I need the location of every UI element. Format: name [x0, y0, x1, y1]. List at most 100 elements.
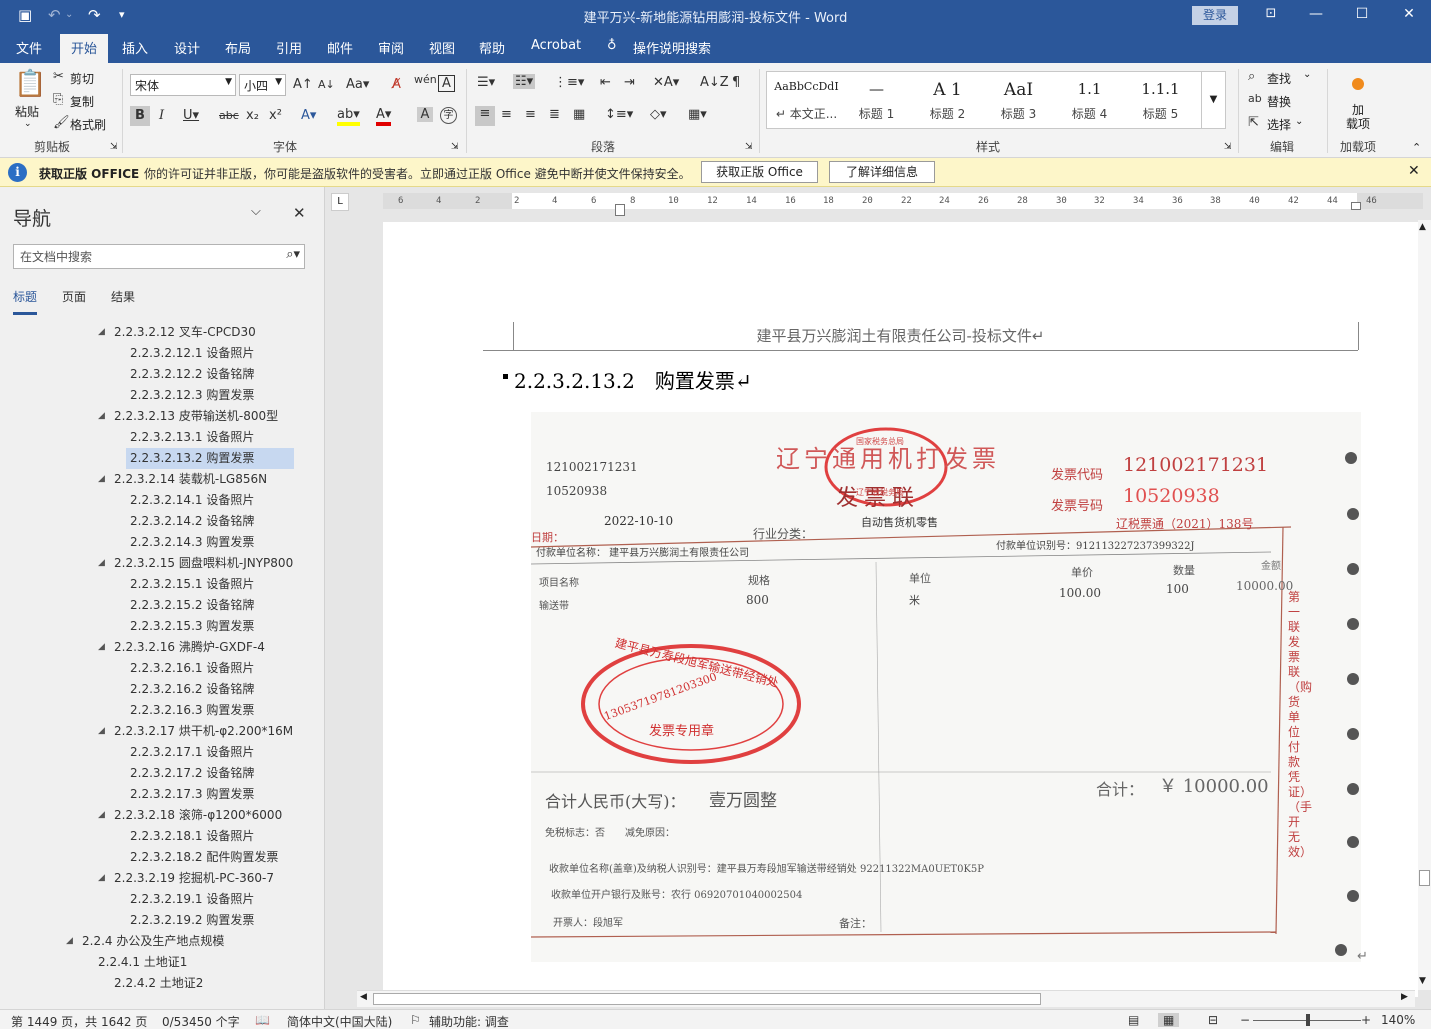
collapse-triangle-icon[interactable]: ◢	[98, 637, 105, 658]
tab-mailings[interactable]: 邮件	[327, 38, 353, 57]
replace-button[interactable]: 替换	[1267, 93, 1291, 110]
horizontal-scroll-thumb[interactable]	[373, 993, 1041, 1005]
cut-icon[interactable]: ✂	[53, 69, 64, 84]
font-name-box[interactable]: 宋体 ▼	[130, 74, 236, 96]
vertical-scrollbar[interactable]: ▲ ▼	[1418, 220, 1431, 990]
distributed-icon[interactable]: ▦	[573, 107, 585, 122]
document-search-input[interactable]: 在文档中搜索 ⌕▾	[13, 244, 305, 269]
accessibility-status[interactable]: 辅助功能: 调查	[429, 1013, 509, 1029]
sort-icon[interactable]: A↓Z	[700, 75, 729, 90]
web-layout-icon[interactable]: ⊟	[1208, 1013, 1218, 1027]
style-heading-5[interactable]: 1.1.1 标题 5	[1125, 72, 1196, 130]
shrink-font-icon[interactable]: A↓	[318, 78, 335, 91]
font-size-dropdown-icon[interactable]: ▼	[275, 77, 282, 87]
nav-heading-item[interactable]: 2.2.3.2.13.2 购置发票	[126, 448, 294, 469]
find-button[interactable]: 查找	[1267, 70, 1291, 87]
language[interactable]: 简体中文(中国大陆)	[287, 1013, 392, 1029]
search-icon[interactable]: ⌕▾	[286, 247, 300, 262]
nav-heading-item[interactable]: ◢ 2.2.4 办公及生产地点规模	[66, 931, 224, 952]
nav-heading-item[interactable]: 2.2.3.2.13.1 设备照片	[130, 427, 254, 448]
tab-selector[interactable]: L	[331, 193, 349, 211]
decrease-indent-icon[interactable]: ⇤	[600, 75, 611, 90]
read-mode-icon[interactable]: ▤	[1128, 1013, 1139, 1027]
character-shading-icon[interactable]: A	[417, 107, 433, 122]
indent-marker[interactable]	[615, 204, 625, 216]
collapse-triangle-icon[interactable]: ◢	[98, 553, 105, 574]
collapse-triangle-icon[interactable]: ◢	[98, 868, 105, 889]
minimize-icon[interactable]: —	[1306, 6, 1326, 22]
word-count[interactable]: 0/53450 个字	[162, 1013, 240, 1029]
superscript-icon[interactable]: x²	[269, 108, 282, 123]
nav-heading-item[interactable]: ◢ 2.2.3.2.14 装载机-LG856N	[98, 469, 267, 490]
zoom-level[interactable]: 140%	[1381, 1013, 1415, 1027]
clear-formatting-icon[interactable]: A̸	[392, 77, 401, 92]
select-button[interactable]: 选择	[1267, 116, 1291, 133]
horizontal-ruler[interactable]: 6 4 2 2 4 6 8 10 12 14 16 18 20 22 24 26 28 30 32 34 36 38 40 4…	[383, 193, 1423, 209]
styles-gallery[interactable]: AaBbCcDdI ↵ 本文正... — 标题 1 A 1 标题 2 AaI 标题 3 …	[766, 71, 1226, 129]
page-count[interactable]: 第 1449 页，共 1642 页	[11, 1013, 147, 1029]
shading-icon[interactable]: ◇▾	[650, 107, 667, 122]
nav-heading-item[interactable]: 2.2.3.2.12.3 购置发票	[130, 385, 254, 406]
chinese-layout-icon[interactable]: ✕A▾	[653, 75, 679, 90]
subscript-icon[interactable]: x₂	[246, 108, 259, 123]
format-painter-button[interactable]: 格式刷	[70, 116, 106, 133]
ribbon-display-options-icon[interactable]: ⊡	[1261, 6, 1281, 21]
nav-heading-item[interactable]: 2.2.3.2.12.2 设备铭牌	[130, 364, 254, 385]
nav-heading-item[interactable]: 2.2.3.2.16.1 设备照片	[130, 658, 254, 679]
close-warning-icon[interactable]: ✕	[1408, 163, 1420, 179]
tab-layout[interactable]: 布局	[225, 38, 251, 57]
justify-icon[interactable]: ≣	[549, 107, 560, 122]
nav-heading-item[interactable]: 2.2.3.2.18.2 配件购置发票	[130, 847, 278, 868]
tab-help[interactable]: 帮助	[479, 38, 505, 57]
style-heading-4[interactable]: 1.1 标题 4	[1054, 72, 1125, 130]
nav-heading-item[interactable]: ◢ 2.2.3.2.17 烘干机-φ2.200*16M	[98, 721, 293, 742]
learn-more-button[interactable]: 了解详细信息	[829, 161, 935, 183]
format-painter-icon[interactable]: 🖌	[53, 115, 70, 130]
select-dropdown-icon[interactable]: ⌄	[1295, 116, 1303, 127]
enclose-characters-icon[interactable]: 字	[440, 107, 457, 124]
accessibility-icon[interactable]: ⚐	[410, 1013, 421, 1027]
collapse-triangle-icon[interactable]: ◢	[98, 322, 105, 343]
font-name-dropdown-icon[interactable]: ▼	[225, 77, 232, 87]
nav-heading-item[interactable]: 2.2.3.2.12.1 设备照片	[130, 343, 254, 364]
align-left-icon[interactable]: ≡	[475, 106, 495, 126]
show-marks-icon[interactable]: ¶	[732, 75, 740, 90]
nav-heading-item[interactable]: 2.2.3.2.17.3 购置发票	[130, 784, 254, 805]
tab-headings[interactable]: 标题	[13, 288, 38, 315]
nav-heading-item[interactable]: 2.2.3.2.17.2 设备铭牌	[130, 763, 254, 784]
style-normal[interactable]: AaBbCcDdI ↵ 本文正...	[771, 72, 842, 130]
font-launcher-icon[interactable]: ⇲	[451, 142, 459, 152]
font-color-icon[interactable]: A▾	[376, 107, 392, 126]
addins-button[interactable]: 加 载项	[1346, 103, 1370, 131]
sign-in-button[interactable]: 登录	[1192, 6, 1238, 25]
nav-heading-item[interactable]: ◢ 2.2.3.2.16 沸腾炉-GXDF-4	[98, 637, 265, 658]
phonetic-guide-icon[interactable]: wén	[414, 73, 437, 86]
style-heading-2[interactable]: A 1 标题 2	[912, 72, 983, 130]
tab-acrobat[interactable]: Acrobat	[531, 38, 581, 53]
strikethrough-icon[interactable]: abc	[219, 109, 239, 122]
document-page[interactable]: 建平县万兴膨润土有限责任公司-投标文件↵ 2.2.3.2.13.2 购置发票↵	[383, 222, 1418, 997]
collapse-triangle-icon[interactable]: ◢	[98, 721, 105, 742]
italic-icon[interactable]: I	[159, 108, 164, 123]
nav-heading-item[interactable]: ◢ 2.2.3.2.13 皮带输送机-800型	[98, 406, 278, 427]
borders-icon[interactable]: ▦▾	[688, 107, 707, 122]
nav-heading-item[interactable]: 2.2.3.2.15.3 购置发票	[130, 616, 254, 637]
styles-more-icon[interactable]: ▼	[1201, 72, 1225, 128]
tell-me-search[interactable]: 操作说明搜索	[633, 38, 711, 57]
zoom-slider-thumb[interactable]	[1306, 1014, 1310, 1026]
tab-results[interactable]: 结果	[111, 288, 135, 305]
underline-icon[interactable]: U▾	[183, 108, 199, 123]
nav-heading-item[interactable]: ◢ 2.2.3.2.15 圆盘喂料机-JNYP800	[98, 553, 293, 574]
collapse-triangle-icon[interactable]: ◢	[98, 469, 105, 490]
scroll-down-icon[interactable]: ▼	[1419, 976, 1426, 986]
nav-heading-item[interactable]: 2.2.3.2.15.2 设备铭牌	[130, 595, 254, 616]
nav-heading-item[interactable]: 2.2.3.2.14.2 设备铭牌	[130, 511, 254, 532]
scroll-up-icon[interactable]: ▲	[1419, 222, 1426, 232]
right-indent-marker[interactable]	[1351, 202, 1361, 210]
nav-heading-item[interactable]: 2.2.4.2 土地证2	[114, 973, 203, 994]
style-heading-1[interactable]: — 标题 1	[841, 72, 912, 130]
select-icon[interactable]: ⇱	[1248, 115, 1259, 130]
get-genuine-button[interactable]: 获取正版 Office	[701, 161, 818, 183]
multilevel-list-icon[interactable]: ⋮≡▾	[554, 75, 584, 90]
paste-icon[interactable]: 📋	[14, 69, 46, 99]
